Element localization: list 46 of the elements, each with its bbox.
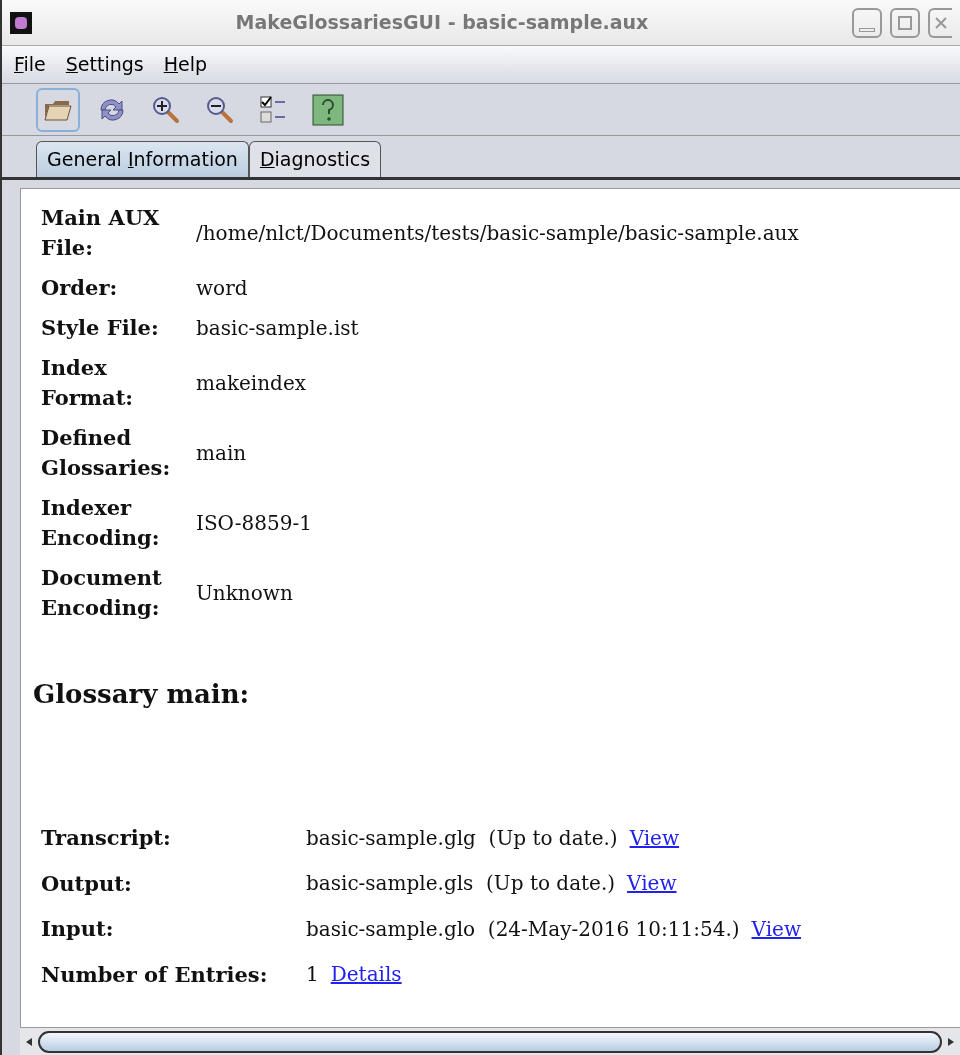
- view-link[interactable]: View: [751, 913, 801, 944]
- field-label: Transcript:: [41, 824, 172, 852]
- close-button[interactable]: [928, 7, 952, 38]
- field-value: 1: [306, 961, 319, 989]
- zoom-out-icon: [205, 94, 235, 125]
- close-icon: [934, 15, 948, 30]
- menu-item[interactable]: Settings: [61, 50, 148, 79]
- field-value: basic-sample.ist: [196, 315, 360, 342]
- field-label: Indexer Encoding:: [41, 494, 161, 552]
- help-icon: [312, 93, 344, 126]
- field-label: Defined Glossaries:: [41, 424, 172, 482]
- field-value: basic-sample.gls (Up to date.): [306, 870, 616, 898]
- field-value: main: [196, 440, 248, 467]
- field-value: Unknown: [196, 580, 294, 607]
- field-value: basic-sample.glo (24-May-2016 10:11:54.): [306, 915, 740, 943]
- app-icon: [10, 11, 32, 34]
- view-link[interactable]: View: [627, 868, 677, 899]
- view-link[interactable]: Details: [330, 959, 402, 990]
- horizontal-scrollbar[interactable]: [20, 1027, 960, 1055]
- scrollbar-thumb[interactable]: [38, 1030, 942, 1053]
- field-value: word: [196, 275, 249, 302]
- field-label: Input:: [41, 915, 115, 943]
- field-label: Number of Entries:: [41, 960, 269, 989]
- field-label: Order:: [41, 274, 119, 302]
- view-link[interactable]: View: [629, 822, 680, 853]
- field-label: Main AUX File:: [41, 204, 161, 262]
- tab[interactable]: Diagnostics: [248, 141, 382, 177]
- toolbar-button[interactable]: [36, 87, 80, 132]
- scroll-right-icon[interactable]: [946, 1036, 956, 1047]
- section-heading: Glossary main:: [33, 678, 251, 711]
- field-label: Output:: [41, 869, 133, 898]
- field-value: /home/nlct/Documents/tests/basic-sample/basic-sample.aux: [196, 220, 800, 247]
- field-label: Document Encoding:: [41, 564, 163, 622]
- menu-item[interactable]: File: [10, 50, 50, 79]
- scroll-left-icon[interactable]: [24, 1036, 34, 1047]
- field-value: ISO-8859-1: [196, 510, 313, 537]
- zoom-in-icon: [151, 94, 181, 125]
- minimize-button[interactable]: [852, 7, 882, 38]
- field-value: makeindex: [196, 370, 308, 397]
- window-title: MakeGlossariesGUI - basic-sample.aux: [234, 10, 650, 36]
- maximize-button[interactable]: [890, 7, 920, 38]
- field-label: Index Format:: [41, 354, 135, 412]
- field-label: Style File:: [41, 314, 160, 342]
- menu-item[interactable]: Help: [159, 50, 212, 79]
- tab[interactable]: General Information: [36, 141, 249, 177]
- field-value: basic-sample.glg (Up to date.): [306, 824, 618, 852]
